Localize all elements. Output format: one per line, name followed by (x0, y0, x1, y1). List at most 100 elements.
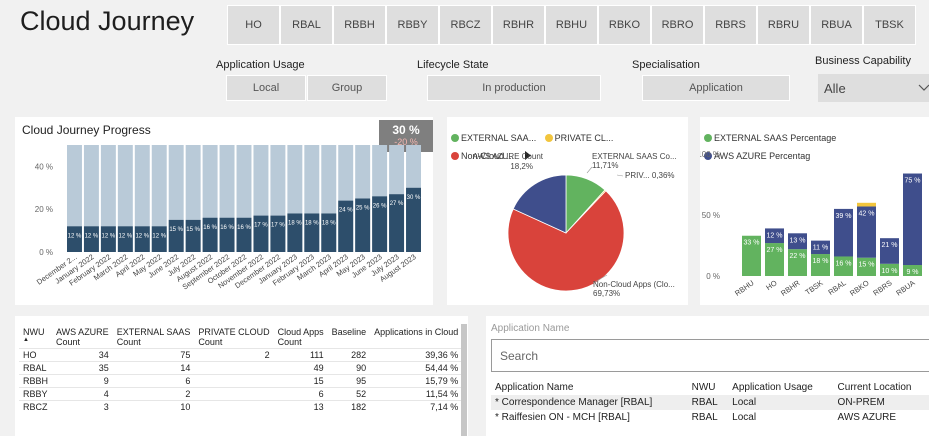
bar (287, 213, 303, 252)
nwu-button-ho[interactable]: HO (227, 5, 280, 45)
nwu-table-header[interactable]: AWS AZURE Count (52, 326, 113, 349)
table-cell: 75 (180, 350, 191, 360)
header-text: Count (116, 337, 141, 347)
table-row[interactable]: HO 34 75 2 111 282 39,36 % (19, 348, 463, 362)
nwu-button-rbro[interactable]: RBRO (651, 5, 704, 45)
nwu-button-rbal[interactable]: RBAL (280, 5, 333, 45)
nwu-button-rbhr[interactable]: RBHR (492, 5, 545, 45)
stacked-bar-chart: 0 % 50 % 100 % 33 % RBHU 27 % 12 % HO 22 % 13 % RB… (700, 150, 922, 298)
table-cell: 10 (180, 402, 191, 412)
table-scrollbar[interactable] (461, 324, 467, 436)
data-label: 33 % (744, 240, 760, 247)
data-label: 39 % (836, 213, 852, 220)
chevron-down-icon (918, 84, 929, 91)
x-tick-label: RBHU (733, 278, 756, 298)
table-cell: 90 (356, 363, 367, 373)
header-text: Count (277, 337, 302, 347)
nwu-button-rbbh[interactable]: RBBH (333, 5, 386, 45)
nwu-table-panel: NWU ▲ AWS AZURE Count EXTERNAL SAAS Count PRIV… (15, 316, 468, 436)
data-label: 16 % (203, 225, 217, 231)
nwu-button-rbby[interactable]: RBBY (386, 5, 439, 45)
header-text: Applications in Cloud (374, 327, 459, 337)
table-row[interactable]: RBBH 9 6 15 95 15,79 % (19, 374, 463, 388)
table-cell: 6 (185, 376, 191, 386)
data-label: 18 % (288, 220, 302, 226)
data-label: 22 % (790, 253, 806, 260)
table-row[interactable]: * Raiffesien ON - MCH [RBAL] RBAL Local AWS… (491, 410, 929, 425)
nwu-table-header[interactable]: NWU ▲ (19, 326, 52, 349)
specialisation-application-button[interactable]: Application (642, 75, 790, 101)
data-label: 30 % (407, 195, 421, 201)
table-row[interactable]: RBAL 35 14 49 90 54,44 % (19, 361, 463, 375)
x-tick-label: RBKO (848, 278, 871, 298)
data-label: 26 % (373, 203, 387, 209)
table-cell: Local (732, 397, 757, 408)
table-cell: 4 (103, 389, 109, 399)
table-cell: 14 (180, 363, 191, 373)
table-row[interactable]: RBBY 4 2 6 52 11,54 % (19, 387, 463, 401)
table-cell: 7,14 % (430, 402, 459, 412)
pie-data-label: EXTERNAL SAAS Co... (592, 152, 677, 161)
table-row[interactable]: * Correspondence Manager [RBAL] RBAL Local… (491, 395, 929, 410)
table-cell: RBAL (23, 363, 47, 373)
nwu-table-header[interactable]: EXTERNAL SAAS Count (113, 326, 195, 349)
table-cell: RBAL (691, 397, 718, 408)
nwu-button-rbhu[interactable]: RBHU (545, 5, 598, 45)
x-tick-label: RBHR (779, 278, 802, 298)
app-table-header[interactable]: Application Name (491, 380, 688, 395)
y-tick-label: 0 % (39, 248, 53, 257)
nwu-button-rbcz[interactable]: RBCZ (439, 5, 492, 45)
table-cell: 282 (351, 350, 367, 360)
pie-data-label: PRIV... 0,36% (625, 171, 675, 180)
nwu-table-header[interactable]: Baseline (328, 326, 371, 349)
data-label: 16 % (220, 225, 234, 231)
business-capability-dropdown[interactable]: Alle (818, 74, 929, 102)
data-label: 21 % (882, 242, 898, 249)
app-table-header[interactable]: NWU (688, 380, 729, 395)
x-tick-label: HO (764, 278, 779, 292)
header-text: EXTERNAL SAAS (116, 327, 191, 337)
usage-group-button[interactable]: Group (307, 75, 387, 101)
data-label: 11 % (813, 245, 828, 252)
data-label: 15 % (859, 262, 875, 269)
bar (270, 215, 286, 252)
data-label: 12 % (118, 233, 132, 239)
data-label: 12 % (102, 233, 116, 239)
nwu-table-header[interactable]: Cloud Apps Count (274, 326, 328, 349)
table-cell: ON-PREM (837, 397, 885, 408)
nwu-table-header[interactable]: Applications in Cloud (370, 326, 462, 349)
table-row[interactable]: RBCZ 3 10 13 182 7,14 % (19, 400, 463, 414)
x-tick-label: RBRS (871, 278, 893, 297)
data-label: 13 % (790, 237, 806, 244)
stacked-bar-segment (903, 173, 922, 266)
table-cell: RBBY (23, 389, 48, 399)
application-search-input[interactable]: Search (491, 339, 929, 372)
table-cell: 95 (356, 376, 367, 386)
header-text: PRIVATE CLOUD (198, 327, 270, 337)
app-table-header[interactable]: Application Usage (728, 380, 833, 395)
nwu-button-tbsk[interactable]: TBSK (863, 5, 916, 45)
data-label: 12 % (767, 232, 783, 239)
pie-data-label: Non-Cloud Apps (Clo... (593, 280, 675, 289)
data-label: 15 % (186, 227, 200, 233)
pie-data-label: 11,71% (592, 161, 619, 170)
table-cell: 111 (309, 350, 324, 360)
table-cell: 52 (356, 389, 367, 399)
table-cell (194, 375, 273, 388)
nwu-table-header[interactable]: PRIVATE CLOUD Count (194, 326, 273, 349)
nwu-button-rbua[interactable]: RBUA (810, 5, 863, 45)
nwu-button-rbko[interactable]: RBKO (598, 5, 651, 45)
usage-local-button[interactable]: Local (226, 75, 306, 101)
header-text: Baseline (331, 327, 367, 337)
table-cell: 9 (103, 376, 109, 386)
application-panel: Application Name Search Application Name… (486, 316, 929, 436)
y-tick-label: 50 % (702, 211, 720, 220)
lifecycle-in-production-button[interactable]: In production (427, 75, 601, 101)
table-cell: 13 (313, 402, 324, 412)
data-label: 17 % (271, 223, 285, 229)
bar (321, 213, 337, 252)
nwu-button-rbru[interactable]: RBRU (757, 5, 810, 45)
app-table-header[interactable]: Current Location (834, 380, 929, 395)
nwu-button-rbrs[interactable]: RBRS (704, 5, 757, 45)
sort-ascending-icon[interactable]: ▲ (23, 337, 48, 343)
